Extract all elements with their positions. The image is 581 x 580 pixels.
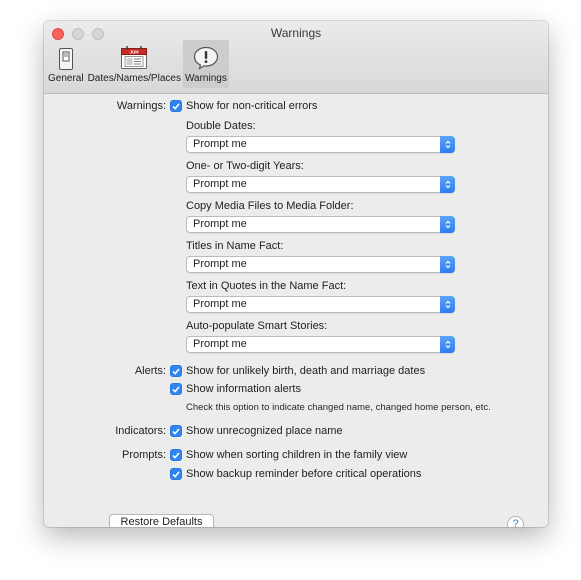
updown-chevron-icon (440, 336, 455, 353)
alert-unlikely-dates-checkbox[interactable] (170, 365, 182, 377)
titles-in-name-fact-heading: Titles in Name Fact: (186, 240, 284, 252)
prompt-sorting-children-checkbox[interactable] (170, 449, 182, 461)
help-button[interactable]: ? (507, 516, 524, 527)
updown-chevron-icon (440, 216, 455, 233)
tab-general-label: General (48, 73, 84, 84)
warning-exclamation-icon (193, 42, 219, 70)
alert-unlikely-dates-row[interactable]: Show for unlikely birth, death and marri… (170, 365, 425, 377)
titles-in-name-fact-value: Prompt me (193, 258, 247, 270)
preferences-toolbar: General JUN Dates/Names/Places Warnings (46, 40, 229, 88)
calendar-month-text: JUN (130, 50, 139, 55)
preferences-content: Warnings: Show for non-critical errors D… (44, 94, 548, 527)
preferences-window: Warnings General JUN Dates/Names/Places … (44, 21, 548, 527)
text-in-quotes-heading: Text in Quotes in the Name Fact: (186, 280, 347, 292)
tab-dates-names-places-label: Dates/Names/Places (87, 73, 181, 84)
indicator-unrecognized-place-row[interactable]: Show unrecognized place name (170, 425, 343, 437)
updown-chevron-icon (440, 256, 455, 273)
warnings-checkbox-label: Show for non-critical errors (186, 100, 318, 112)
tab-warnings-label: Warnings (184, 73, 227, 84)
double-dates-value: Prompt me (193, 138, 247, 150)
calendar-icon: JUN (119, 42, 149, 70)
window-title: Warnings (270, 26, 322, 40)
alert-information-row[interactable]: Show information alerts (170, 383, 301, 395)
prompt-backup-reminder-checkbox[interactable] (170, 468, 182, 480)
prompt-sorting-children-label: Show when sorting children in the family… (186, 449, 408, 461)
auto-populate-smart-stories-value: Prompt me (193, 338, 247, 350)
copy-media-files-select[interactable]: Prompt me (186, 216, 455, 233)
auto-populate-smart-stories-select[interactable]: Prompt me (186, 336, 455, 353)
warnings-checkbox-row[interactable]: Show for non-critical errors (170, 100, 317, 112)
text-in-quotes-value: Prompt me (193, 298, 247, 310)
one-two-digit-years-select[interactable]: Prompt me (186, 176, 455, 193)
tab-dates-names-places[interactable]: JUN Dates/Names/Places (86, 40, 183, 88)
restore-defaults-button[interactable]: Restore Defaults (109, 514, 214, 527)
warnings-label: Warnings: (116, 100, 166, 112)
alerts-note: Check this option to indicate changed na… (186, 402, 491, 413)
prompt-sorting-children-row[interactable]: Show when sorting children in the family… (170, 449, 407, 461)
indicators-label: Indicators: (115, 425, 166, 437)
alert-information-checkbox[interactable] (170, 383, 182, 395)
alert-unlikely-dates-label: Show for unlikely birth, death and marri… (186, 365, 426, 377)
indicator-unrecognized-place-label: Show unrecognized place name (186, 425, 343, 437)
double-dates-heading: Double Dates: (186, 120, 256, 132)
alerts-label: Alerts: (134, 365, 166, 377)
prompts-label: Prompts: (121, 449, 166, 461)
tab-warnings[interactable]: Warnings (182, 40, 229, 88)
alert-information-label: Show information alerts (186, 383, 301, 395)
text-in-quotes-select[interactable]: Prompt me (186, 296, 455, 313)
updown-chevron-icon (440, 296, 455, 313)
indicator-unrecognized-place-checkbox[interactable] (170, 425, 182, 437)
warnings-checkbox[interactable] (170, 100, 182, 112)
double-dates-select[interactable]: Prompt me (186, 136, 455, 153)
copy-media-files-heading: Copy Media Files to Media Folder: (186, 200, 354, 212)
copy-media-files-value: Prompt me (193, 218, 247, 230)
updown-chevron-icon (440, 176, 455, 193)
prompt-backup-reminder-label: Show backup reminder before critical ope… (186, 468, 422, 480)
updown-chevron-icon (440, 136, 455, 153)
one-two-digit-years-value: Prompt me (193, 178, 247, 190)
auto-populate-smart-stories-heading: Auto-populate Smart Stories: (186, 320, 328, 332)
one-two-digit-years-heading: One- or Two-digit Years: (186, 160, 304, 172)
titles-in-name-fact-select[interactable]: Prompt me (186, 256, 455, 273)
tab-general[interactable]: General (46, 40, 86, 88)
prompt-backup-reminder-row[interactable]: Show backup reminder before critical ope… (170, 468, 421, 480)
general-switch-icon (58, 42, 73, 70)
title-bar: Warnings General JUN Dates/Names/Places … (44, 21, 548, 94)
